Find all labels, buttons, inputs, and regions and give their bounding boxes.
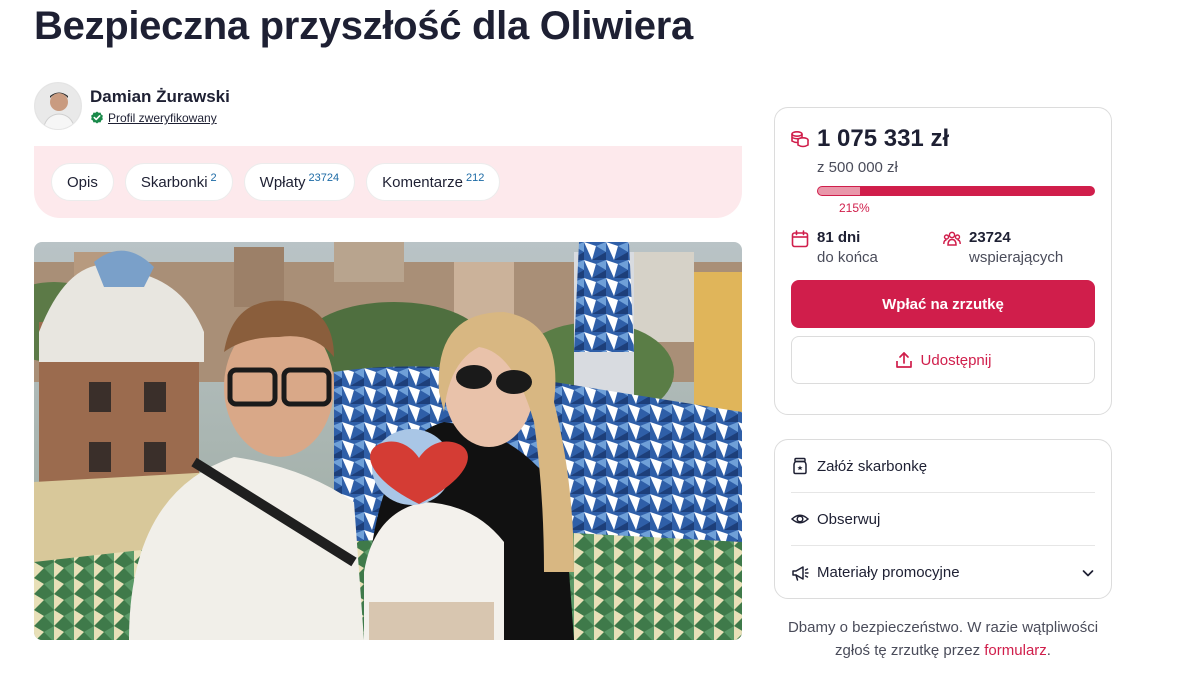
menu-item-create-piggybank[interactable]: Załóż skarbonkę xyxy=(791,440,1095,493)
funding-card: 1 075 331 zł z 500 000 zł 215% 81 dni do… xyxy=(774,107,1112,415)
author-name[interactable]: Damian Żurawski xyxy=(90,87,230,107)
author-block: Damian Żurawski Profil zweryfikowany xyxy=(34,82,230,130)
actions-menu: Załóż skarbonkę Obserwuj Materiały promo… xyxy=(774,439,1112,599)
tab-count: 212 xyxy=(465,172,485,184)
verified-label[interactable]: Profil zweryfikowany xyxy=(108,111,217,125)
days-value: 81 dni xyxy=(817,229,861,246)
stats-row: 81 dni do końca 23724 wspierających xyxy=(791,229,1095,266)
safety-notice: Dbamy o bezpieczeństwo. W razie wątpliwo… xyxy=(774,616,1112,662)
safety-text: Dbamy o bezpieczeństwo. W razie wątpliwo… xyxy=(787,619,1099,659)
menu-item-label: Obserwuj xyxy=(817,510,881,528)
campaign-photo-illustration xyxy=(34,242,742,640)
tab-label: Skarbonki xyxy=(140,173,208,191)
amount-collected: 1 075 331 zł xyxy=(817,125,950,152)
campaign-photo[interactable] xyxy=(34,242,742,640)
tab-label: Komentarze xyxy=(382,173,463,191)
donate-button[interactable]: Wpłać na zrzutkę xyxy=(791,280,1095,328)
tab-label: Wpłaty xyxy=(259,173,306,191)
calendar-icon xyxy=(791,230,809,248)
tab-komentarze[interactable]: Komentarze 212 xyxy=(366,163,501,201)
avatar[interactable] xyxy=(34,82,82,130)
people-icon xyxy=(943,231,961,246)
share-button[interactable]: Udostępnij xyxy=(791,336,1095,384)
megaphone-icon xyxy=(792,565,809,581)
tab-count: 2 xyxy=(210,172,217,184)
verified-profile[interactable]: Profil zweryfikowany xyxy=(90,111,230,125)
days-label: do końca xyxy=(817,249,878,266)
progress-fill xyxy=(818,187,860,195)
supporters-label: wspierających xyxy=(969,249,1064,266)
menu-item-label: Załóż skarbonkę xyxy=(817,457,928,475)
share-label: Udostępnij xyxy=(920,351,992,369)
funding-goal: z 500 000 zł xyxy=(817,159,898,176)
verified-check-icon xyxy=(91,111,103,124)
tab-count: 23724 xyxy=(308,172,340,184)
tab-label: Opis xyxy=(67,173,98,191)
avatar-portrait-icon xyxy=(35,83,81,129)
tab-skarbonki[interactable]: Skarbonki 2 xyxy=(124,163,233,201)
eye-icon xyxy=(791,514,809,524)
page-title: Bezpieczna przyszłość dla Oliwiera xyxy=(34,4,693,48)
piggy-jar-icon xyxy=(793,457,807,475)
progress-bar xyxy=(817,186,1095,196)
tab-wplaty[interactable]: Wpłaty 23724 xyxy=(243,163,356,201)
menu-item-promo-materials[interactable]: Materiały promocyjne xyxy=(791,546,1095,599)
safety-end: . xyxy=(1046,642,1051,659)
supporters-value: 23724 xyxy=(969,229,1011,246)
progress-percent: 215% xyxy=(839,201,870,215)
chevron-down-icon xyxy=(1082,569,1094,576)
coins-icon xyxy=(791,130,809,148)
supporters: 23724 wspierających xyxy=(943,229,1063,266)
tab-opis[interactable]: Opis xyxy=(51,163,114,201)
report-form-link[interactable]: formularz xyxy=(984,642,1047,659)
menu-item-follow[interactable]: Obserwuj xyxy=(791,493,1095,546)
menu-item-label: Materiały promocyjne xyxy=(817,564,960,581)
days-left: 81 dni do końca xyxy=(791,229,943,266)
share-icon xyxy=(895,352,912,368)
tab-bar: Opis Skarbonki 2 Wpłaty 23724 Komentarze… xyxy=(34,146,742,218)
